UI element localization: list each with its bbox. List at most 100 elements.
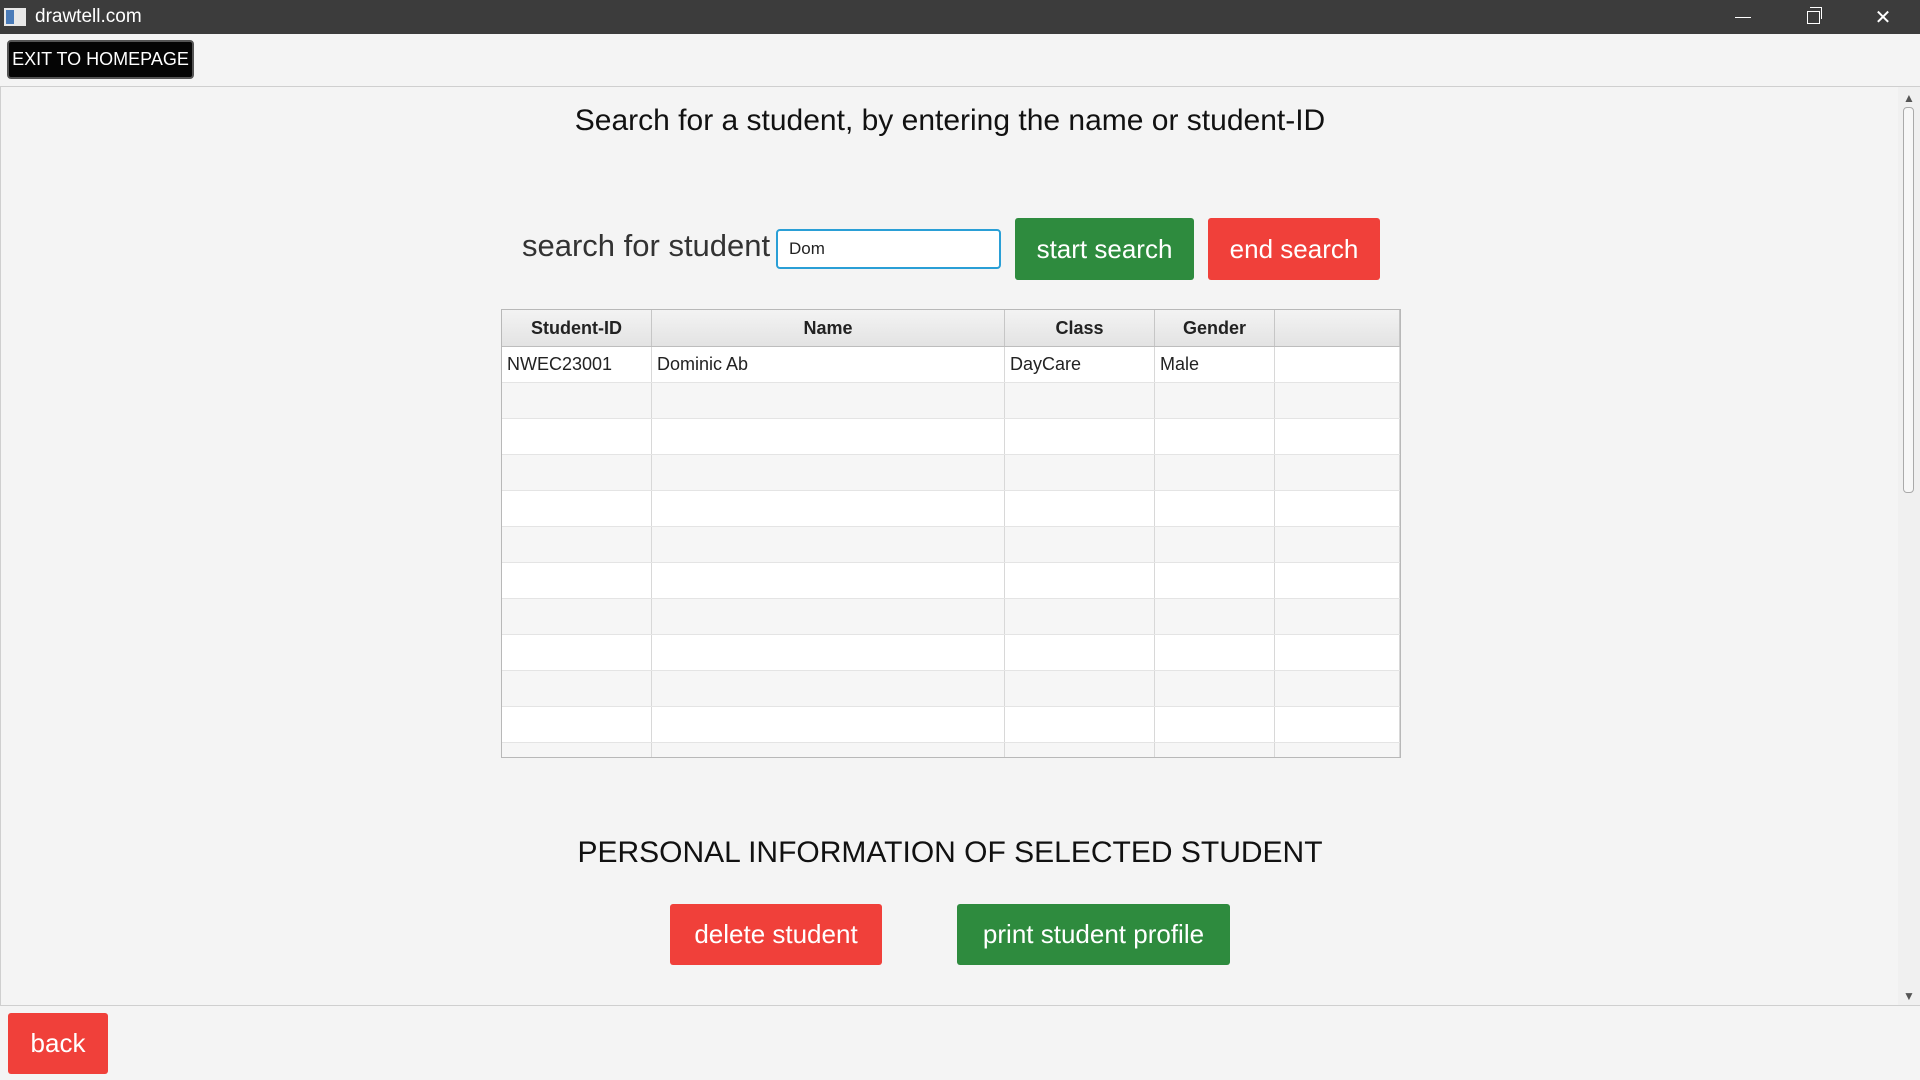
table-cell xyxy=(1275,599,1400,634)
table-cell xyxy=(1005,491,1155,526)
table-cell xyxy=(1005,455,1155,490)
table-cell xyxy=(1155,743,1275,757)
table-body: NWEC23001 Dominic Ab DayCare Male xyxy=(502,347,1400,757)
table-cell xyxy=(1005,743,1155,757)
close-icon: ✕ xyxy=(1874,6,1892,29)
table-cell xyxy=(1275,491,1400,526)
table-row[interactable] xyxy=(502,563,1400,599)
table-cell xyxy=(1005,635,1155,670)
table-row[interactable] xyxy=(502,527,1400,563)
table-row[interactable] xyxy=(502,599,1400,635)
table-cell xyxy=(1275,455,1400,490)
table-cell xyxy=(652,671,1005,706)
table-cell xyxy=(1275,419,1400,454)
table-cell xyxy=(1005,671,1155,706)
table-cell xyxy=(652,635,1005,670)
app-window-icon xyxy=(4,8,26,26)
table-cell xyxy=(502,671,652,706)
search-input[interactable] xyxy=(776,229,1001,269)
table-cell xyxy=(502,707,652,742)
table-cell xyxy=(1005,707,1155,742)
table-row[interactable]: NWEC23001 Dominic Ab DayCare Male xyxy=(502,347,1400,383)
table-cell xyxy=(1275,743,1400,757)
table-cell xyxy=(1275,707,1400,742)
table-cell xyxy=(652,599,1005,634)
table-row[interactable] xyxy=(502,383,1400,419)
table-cell xyxy=(1155,383,1275,418)
chevron-up-icon[interactable]: ▲ xyxy=(1903,91,1915,105)
close-window-button[interactable]: ✕ xyxy=(1848,0,1918,34)
table-cell xyxy=(1005,563,1155,598)
column-header-student-id[interactable]: Student-ID xyxy=(502,310,652,346)
bottom-bar xyxy=(0,1006,1920,1080)
page-heading: Search for a student, by entering the na… xyxy=(574,104,1326,137)
table-cell: Male xyxy=(1155,347,1275,382)
search-label: search for student xyxy=(522,228,771,263)
table-cell xyxy=(502,419,652,454)
table-cell xyxy=(1155,707,1275,742)
table-cell xyxy=(502,743,652,757)
table-cell xyxy=(1275,671,1400,706)
table-cell: DayCare xyxy=(1005,347,1155,382)
top-toolbar xyxy=(0,34,1920,86)
table-cell xyxy=(652,563,1005,598)
table-cell: Dominic Ab xyxy=(652,347,1005,382)
table-cell xyxy=(652,491,1005,526)
end-search-button[interactable]: end search xyxy=(1208,218,1380,280)
table-cell xyxy=(652,455,1005,490)
table-cell xyxy=(1005,527,1155,562)
table-cell xyxy=(502,599,652,634)
table-cell xyxy=(502,383,652,418)
table-cell xyxy=(502,527,652,562)
print-student-profile-button[interactable]: print student profile xyxy=(957,904,1230,965)
table-cell xyxy=(1155,491,1275,526)
table-cell xyxy=(502,563,652,598)
table-cell xyxy=(652,419,1005,454)
table-row[interactable] xyxy=(502,491,1400,527)
table-cell xyxy=(1155,527,1275,562)
column-header-empty xyxy=(1275,310,1400,346)
table-row[interactable] xyxy=(502,455,1400,491)
table-cell xyxy=(1005,599,1155,634)
table-cell xyxy=(1155,455,1275,490)
table-cell xyxy=(652,743,1005,757)
maximize-button[interactable] xyxy=(1778,0,1848,34)
student-table[interactable]: Student-ID Name Class Gender NWEC23001 Do… xyxy=(501,309,1401,758)
table-cell xyxy=(502,455,652,490)
column-header-class[interactable]: Class xyxy=(1005,310,1155,346)
start-search-button[interactable]: start search xyxy=(1015,218,1194,280)
scroll-thumb[interactable] xyxy=(1903,107,1914,493)
table-cell xyxy=(652,527,1005,562)
table-header: Student-ID Name Class Gender xyxy=(502,310,1400,347)
table-cell xyxy=(1155,635,1275,670)
table-cell xyxy=(1275,383,1400,418)
table-cell xyxy=(1005,383,1155,418)
table-cell xyxy=(1275,527,1400,562)
table-cell: NWEC23001 xyxy=(502,347,652,382)
table-cell xyxy=(1155,419,1275,454)
table-cell xyxy=(502,635,652,670)
table-row[interactable] xyxy=(502,743,1400,757)
table-cell xyxy=(502,491,652,526)
window-title: drawtell.com xyxy=(35,6,142,27)
table-cell xyxy=(1155,599,1275,634)
exit-to-homepage-button[interactable]: EXIT TO HOMEPAGE xyxy=(7,40,194,79)
table-row[interactable] xyxy=(502,419,1400,455)
chevron-down-icon[interactable]: ▼ xyxy=(1903,989,1915,1003)
column-header-gender[interactable]: Gender xyxy=(1155,310,1275,346)
minimize-button[interactable] xyxy=(1708,0,1778,34)
back-button[interactable]: back xyxy=(8,1013,108,1074)
delete-student-button[interactable]: delete student xyxy=(670,904,882,965)
column-header-name[interactable]: Name xyxy=(652,310,1005,346)
table-row[interactable] xyxy=(502,671,1400,707)
table-cell xyxy=(1275,563,1400,598)
table-cell xyxy=(1275,635,1400,670)
restore-icon xyxy=(1806,6,1822,24)
table-cell xyxy=(1155,671,1275,706)
window-titlebar: drawtell.com ✕ xyxy=(0,0,1920,34)
table-cell xyxy=(652,383,1005,418)
table-row[interactable] xyxy=(502,635,1400,671)
table-row[interactable] xyxy=(502,707,1400,743)
vertical-scrollbar[interactable]: ▲ ▼ xyxy=(1898,87,1920,1005)
table-cell xyxy=(652,707,1005,742)
